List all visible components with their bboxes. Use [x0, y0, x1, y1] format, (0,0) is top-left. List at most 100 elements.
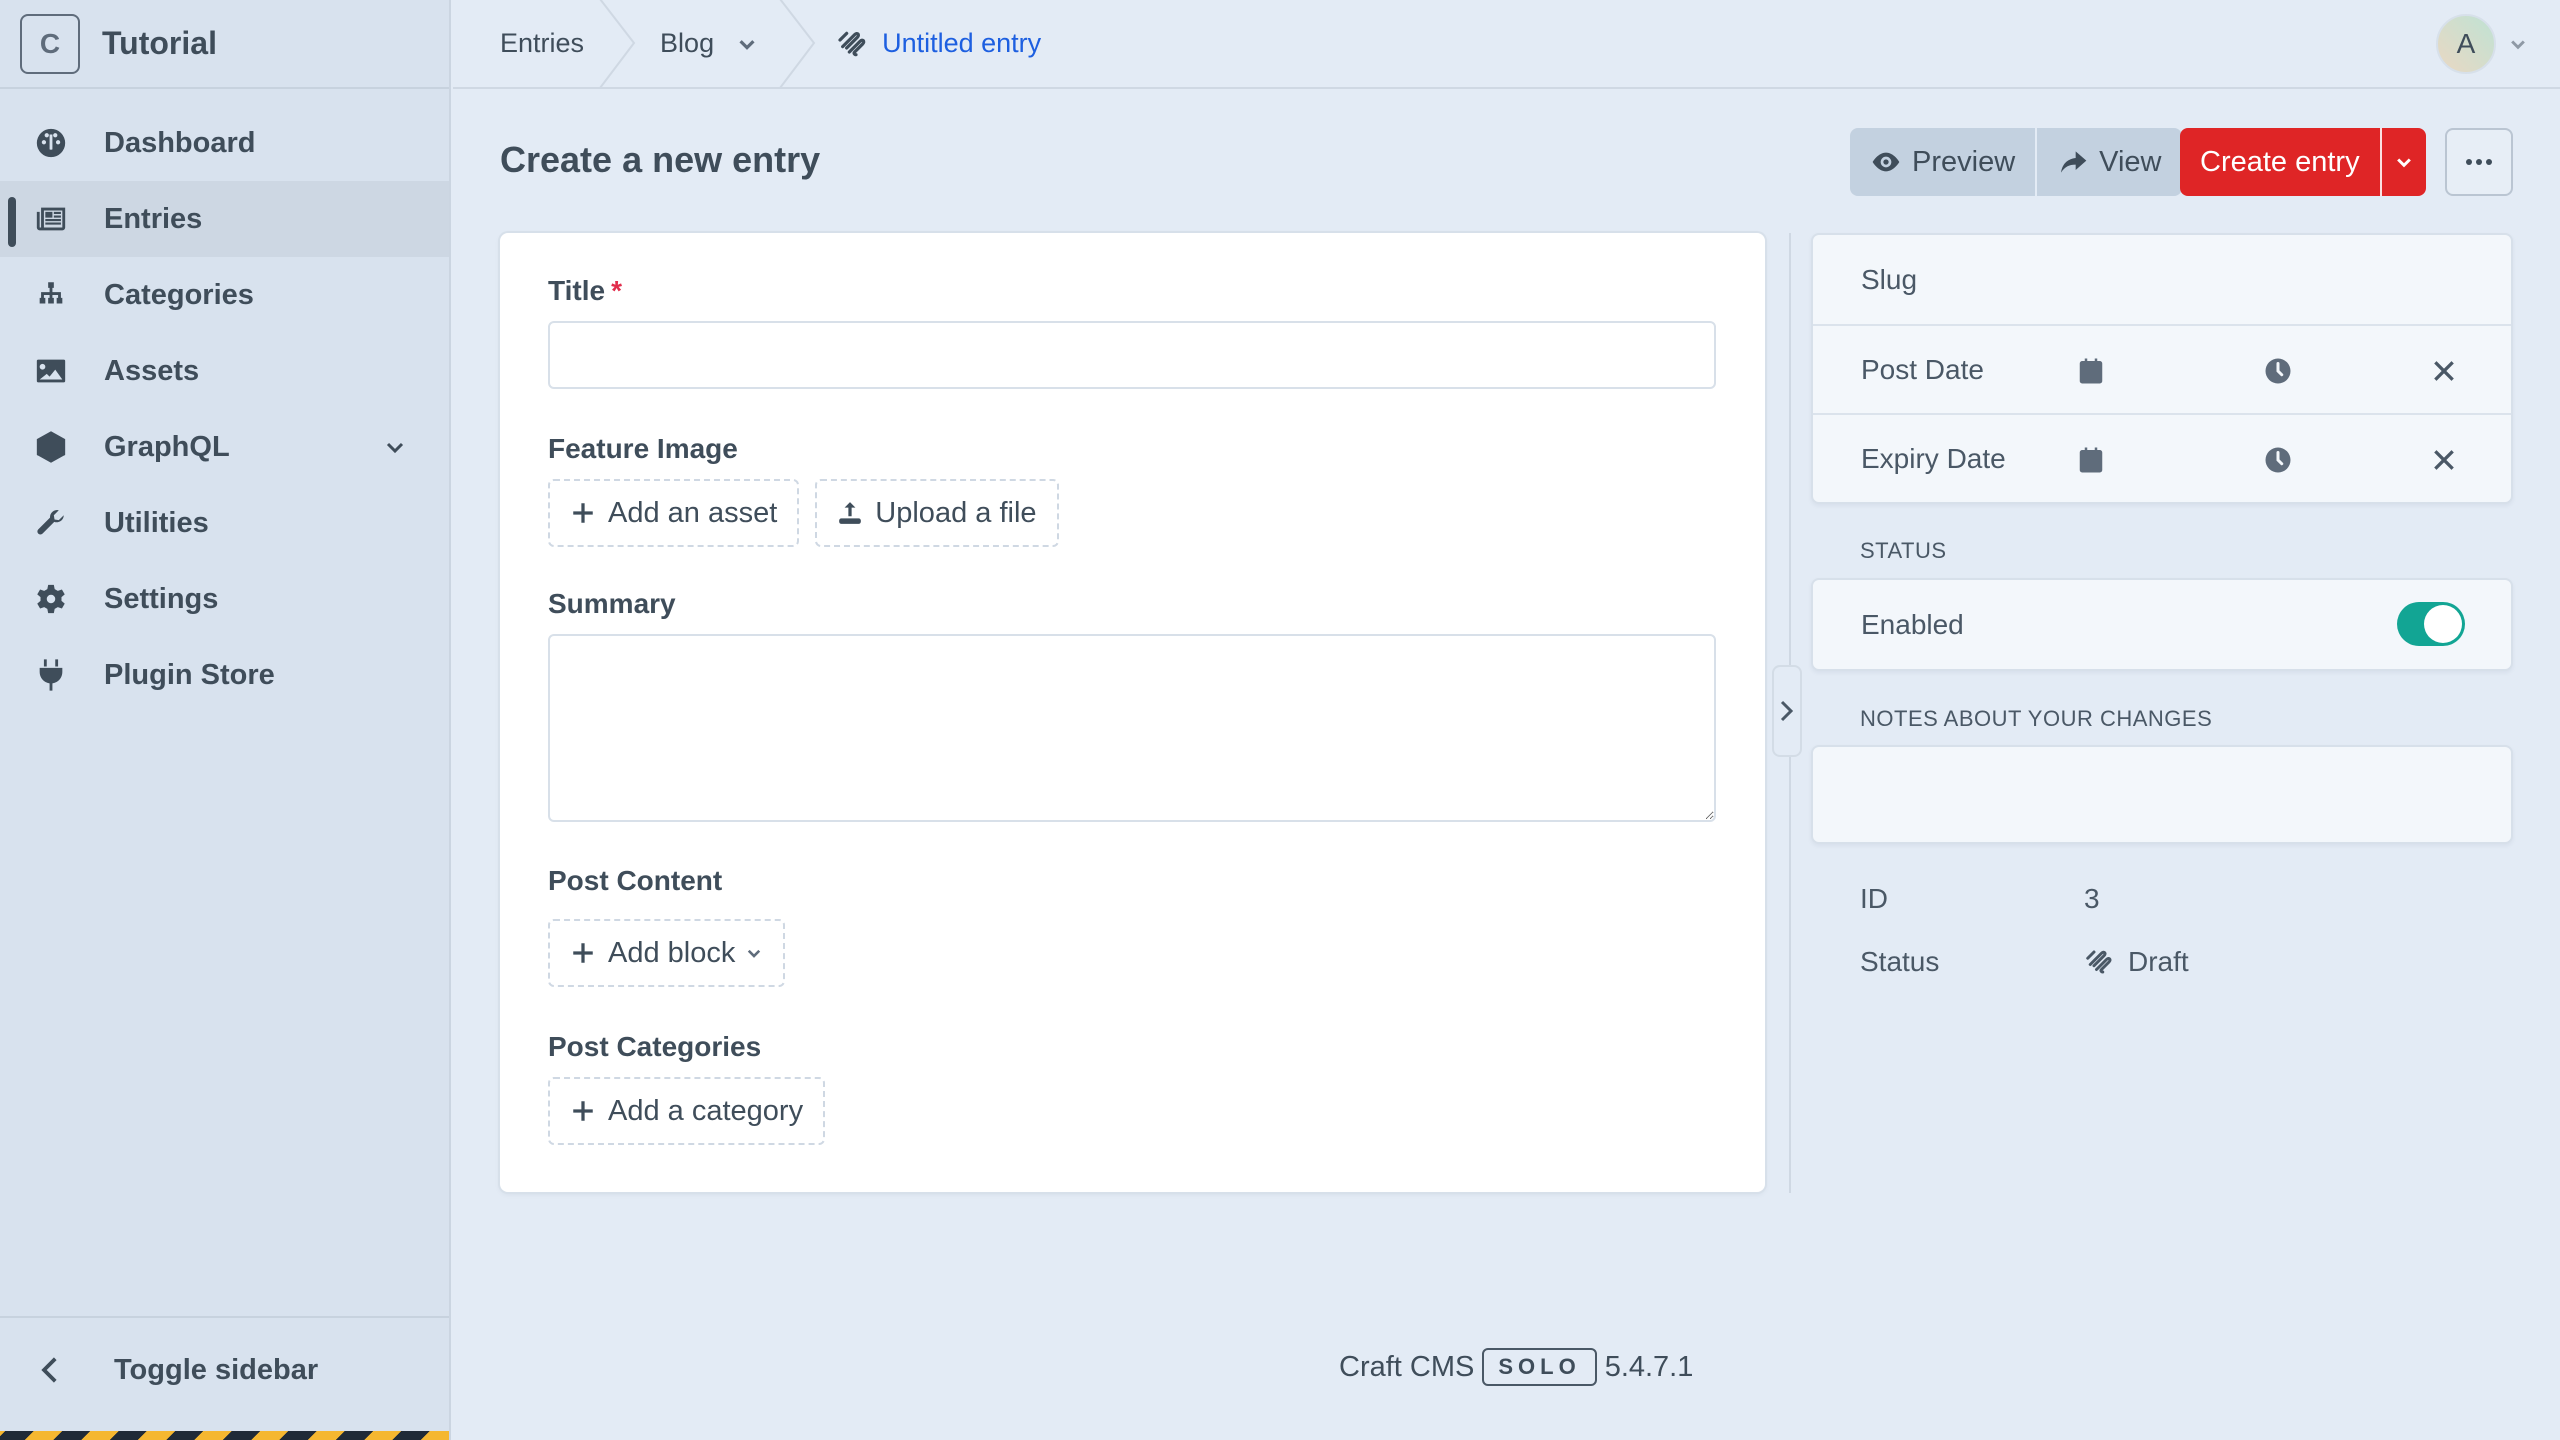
version-number: 5.4.7.1: [1604, 1350, 1694, 1383]
sidebar-item-graphql[interactable]: GraphQL: [0, 409, 449, 485]
create-entry-menu-button[interactable]: [2379, 128, 2426, 196]
sidebar-item-label: Dashboard: [104, 126, 256, 159]
footer: Craft CMS SOLO 5.4.7.1: [1339, 1348, 1693, 1386]
notes-input[interactable]: [1811, 745, 2513, 844]
slug-row[interactable]: Slug: [1813, 235, 2511, 324]
plus-icon: [573, 1101, 593, 1121]
clock-icon[interactable]: [2263, 445, 2293, 475]
breadcrumb-separator: [776, 0, 816, 89]
upload-file-button[interactable]: Upload a file: [815, 479, 1059, 547]
sidebar-item-entries[interactable]: Entries: [0, 181, 449, 257]
site-name[interactable]: Tutorial: [102, 25, 217, 62]
header: Entries Blog Untitled entry A: [453, 0, 2560, 89]
add-category-button[interactable]: Add a category: [548, 1077, 826, 1145]
edition-badge: SOLO: [1482, 1348, 1597, 1386]
post-categories-label: Post Categories: [548, 1031, 762, 1062]
sidebar-item-dashboard[interactable]: Dashboard: [0, 105, 449, 181]
sidebar-item-label: Categories: [104, 278, 254, 311]
chevron-down-icon: [2396, 158, 2411, 168]
title-label: Title *: [548, 275, 1716, 307]
preview-button[interactable]: Preview: [1850, 128, 2036, 196]
clock-icon[interactable]: [2263, 356, 2293, 386]
breadcrumb-entries[interactable]: Entries: [500, 0, 584, 88]
upload-file-label: Upload a file: [875, 496, 1037, 529]
view-button[interactable]: View: [2035, 128, 2182, 196]
enabled-row: Enabled: [1813, 580, 2511, 669]
site-logo[interactable]: C: [20, 13, 80, 74]
feature-image-label: Feature Image: [548, 433, 738, 464]
page-title: Create a new entry: [500, 139, 821, 180]
summary-label: Summary: [548, 588, 676, 619]
plus-icon: [573, 943, 593, 963]
post-date-label: Post Date: [1861, 353, 1984, 385]
view-label: View: [2099, 145, 2162, 178]
id-value: 3: [2084, 883, 2100, 914]
plus-icon: [573, 503, 593, 523]
sidebar-item-label: GraphQL: [104, 430, 230, 463]
status-card: Enabled: [1811, 578, 2513, 671]
graphql-icon: [34, 430, 68, 464]
sidebar-item-settings[interactable]: Settings: [0, 561, 449, 637]
status-heading: STATUS: [1860, 538, 1947, 563]
sidebar-item-plugin-store[interactable]: Plugin Store: [0, 637, 449, 713]
summary-field: Summary: [548, 588, 1716, 827]
clear-icon[interactable]: [2431, 447, 2457, 473]
add-asset-label: Add an asset: [608, 496, 778, 529]
sidebar-item-label: Plugin Store: [104, 658, 275, 691]
sidebar-nav: Dashboard Entries Categories Assets Grap…: [0, 105, 449, 713]
entry-id-row: ID 3: [1860, 883, 2100, 915]
calendar-icon[interactable]: [2076, 445, 2106, 475]
sidebar-item-categories[interactable]: Categories: [0, 257, 449, 333]
product-name: Craft CMS: [1339, 1350, 1475, 1383]
clear-icon[interactable]: [2431, 358, 2457, 384]
sidebar: C Tutorial Dashboard Entries Categories …: [0, 0, 451, 1440]
expiry-date-label: Expiry Date: [1861, 442, 2006, 474]
entry-status-row: Status Draft: [1860, 946, 2189, 978]
title-input[interactable]: [548, 321, 1716, 389]
ellipsis-icon: [2466, 159, 2492, 165]
status-label: Status: [1860, 946, 1940, 977]
sidebar-item-assets[interactable]: Assets: [0, 333, 449, 409]
sidebar-item-utilities[interactable]: Utilities: [0, 485, 449, 561]
title-label-text: Title: [548, 275, 606, 306]
required-indicator: *: [611, 275, 622, 306]
gear-icon: [34, 582, 68, 616]
breadcrumb-current-entry[interactable]: Untitled entry: [836, 0, 1041, 88]
plug-icon: [34, 658, 68, 692]
user-menu[interactable]: A: [2436, 14, 2528, 74]
summary-textarea[interactable]: [548, 634, 1716, 822]
breadcrumb-blog[interactable]: Blog: [660, 0, 758, 88]
breadcrumb: Entries Blog Untitled entry: [453, 0, 1041, 89]
share-arrow-icon: [2061, 151, 2087, 173]
chevron-down-icon: [748, 949, 761, 958]
enabled-toggle[interactable]: [2397, 602, 2465, 646]
newspaper-icon: [34, 202, 68, 236]
breadcrumb-label: Blog: [660, 28, 715, 58]
id-label: ID: [1860, 883, 1888, 914]
slug-label: Slug: [1861, 263, 1918, 295]
image-icon: [34, 354, 68, 388]
chevron-right-icon: [1780, 700, 1794, 722]
preview-view-group: Preview View: [1850, 128, 2182, 196]
toggle-sidebar-button[interactable]: Toggle sidebar: [0, 1318, 449, 1422]
gauge-icon: [34, 126, 68, 160]
feature-image-field: Feature Image Add an asset Upload a file: [548, 433, 1059, 547]
sidebar-item-label: Settings: [104, 582, 219, 615]
post-content-label: Post Content: [548, 865, 723, 896]
chevron-left-icon: [41, 1357, 57, 1383]
add-asset-button[interactable]: Add an asset: [548, 479, 800, 547]
chevron-down-icon: [739, 39, 755, 50]
details-pane-toggle[interactable]: [1772, 665, 1802, 757]
more-actions-button[interactable]: [2445, 128, 2513, 196]
chevron-down-icon[interactable]: [383, 435, 407, 459]
calendar-icon[interactable]: [2076, 356, 2106, 386]
add-block-button[interactable]: Add block: [548, 919, 786, 987]
upload-icon: [839, 502, 862, 524]
add-category-label: Add a category: [608, 1094, 804, 1127]
preview-label: Preview: [1912, 145, 2016, 178]
create-entry-button[interactable]: Create entry: [2180, 128, 2380, 196]
sitemap-icon: [34, 278, 68, 312]
status-value: Draft: [2084, 946, 2189, 978]
post-content-field: Post Content Add block: [548, 865, 786, 987]
add-block-label: Add block: [608, 936, 736, 969]
